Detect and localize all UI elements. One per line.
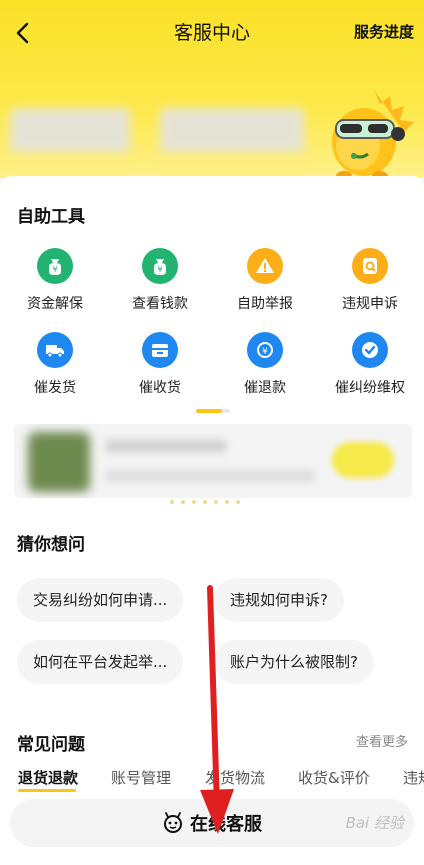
online-service-label: 在线客服	[190, 814, 262, 835]
package-icon	[142, 332, 178, 368]
tool-label: 催纠纷维权	[335, 380, 405, 396]
tool-label: 催发货	[34, 380, 76, 396]
tab-shipping-logistics[interactable]: 发货物流	[205, 767, 265, 788]
tab-receipt-review[interactable]: 收货&评价	[298, 767, 370, 788]
tool-urge-receipt[interactable]: 催收货	[110, 332, 210, 397]
promo-text-blurred	[106, 470, 314, 482]
money-bag-icon: ¥	[37, 248, 73, 284]
question-chip[interactable]: 交易纠纷如何申请...	[17, 578, 184, 622]
top-bar: 客服中心 服务进度	[0, 0, 424, 64]
warning-icon	[247, 248, 283, 284]
tab-account-management[interactable]: 账号管理	[111, 767, 171, 788]
tool-label: 催收货	[139, 380, 181, 396]
question-chip[interactable]: 如何在平台发起举...	[17, 640, 184, 684]
tool-urge-shipping[interactable]: 催发货	[5, 332, 105, 397]
truck-icon	[37, 332, 73, 368]
header-banner: 客服中心 服务进度	[0, 0, 424, 181]
tab-violation[interactable]: 违规	[403, 767, 424, 788]
tool-self-report[interactable]: 自助举报	[215, 248, 315, 313]
promo-button[interactable]	[332, 442, 394, 478]
section-title-self-service: 自助工具	[17, 207, 85, 227]
search-doc-icon	[352, 248, 388, 284]
section-title-guess: 猜你想问	[17, 535, 85, 555]
tool-label: 自助举报	[237, 296, 293, 312]
tool-view-funds[interactable]: ¥ 查看钱款	[110, 248, 210, 313]
tool-label: 查看钱款	[132, 296, 188, 312]
tool-label: 催退款	[244, 380, 286, 396]
blurred-banner-text	[10, 108, 130, 152]
watermark: Bai 经验	[345, 814, 404, 832]
tool-urge-refund[interactable]: ¥ 催退款	[215, 332, 315, 397]
tab-returns-refunds[interactable]: 退货退款	[18, 767, 78, 788]
svg-text:¥: ¥	[52, 265, 57, 274]
money-bag-icon: ¥	[142, 248, 178, 284]
service-face-icon	[164, 812, 182, 833]
blurred-banner-text	[160, 108, 304, 152]
tool-urge-dispute[interactable]: 催纠纷维权	[320, 332, 420, 397]
tool-label: 违规申诉	[342, 296, 398, 312]
service-progress-link[interactable]: 服务进度	[354, 21, 414, 42]
promo-banner[interactable]	[14, 424, 412, 498]
banner-dots	[170, 500, 260, 506]
mascot-illustration	[332, 90, 414, 181]
refund-icon: ¥	[247, 332, 283, 368]
question-chip[interactable]: 违规如何申诉?	[214, 578, 344, 622]
active-tab-indicator	[18, 789, 76, 792]
svg-text:¥: ¥	[157, 265, 162, 274]
view-more-link[interactable]: 查看更多	[356, 731, 408, 750]
svg-text:¥: ¥	[262, 347, 268, 357]
question-chip[interactable]: 账户为什么被限制?	[214, 640, 374, 684]
carousel-pager-active	[196, 409, 222, 413]
tool-fund-release[interactable]: ¥ 资金解保	[5, 248, 105, 313]
tool-violation-appeal[interactable]: 违规申诉	[320, 248, 420, 313]
tool-label: 资金解保	[27, 296, 83, 312]
section-title-faq: 常见问题	[17, 735, 85, 755]
check-icon	[352, 332, 388, 368]
promo-image	[28, 432, 90, 492]
promo-text-blurred	[106, 440, 226, 452]
